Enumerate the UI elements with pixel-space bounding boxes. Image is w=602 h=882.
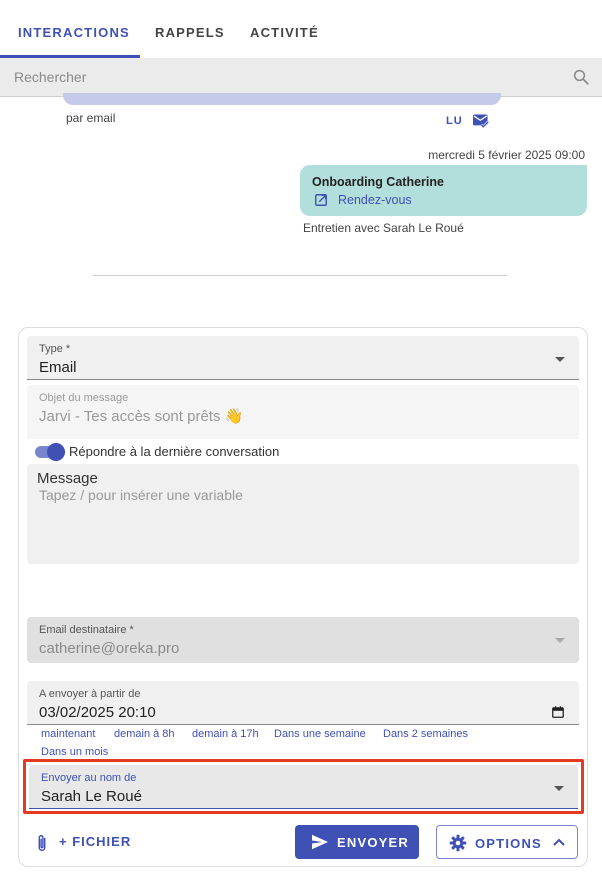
add-file-button[interactable]: + FICHIER xyxy=(59,834,131,849)
chevron-down-icon xyxy=(554,786,564,791)
event-title: Onboarding Catherine xyxy=(312,175,444,189)
event-date: mercredi 5 février 2025 09:00 xyxy=(428,148,585,162)
quick-date-tomorrow-8h[interactable]: demain à 8h xyxy=(114,728,175,740)
send-datetime-field[interactable]: A envoyer à partir de 03/02/2025 20:10 xyxy=(27,681,579,725)
timeline-divider xyxy=(93,275,507,276)
options-button[interactable]: OPTIONS xyxy=(436,825,578,859)
recipient-value: catherine@oreka.pro xyxy=(39,640,180,657)
tab-interactions[interactable]: INTERACTIONS xyxy=(18,25,130,40)
search-input[interactable] xyxy=(0,58,560,96)
paperclip-icon[interactable] xyxy=(35,833,49,853)
recipient-email-select[interactable]: Email destinataire * catherine@oreka.pro xyxy=(27,617,579,663)
mark-email-read-icon xyxy=(473,114,490,129)
send-button-label: ENVOYER xyxy=(337,835,409,850)
message-placeholder: Tapez / pour insérer une variable xyxy=(39,487,243,503)
subject-value: Jarvi - Tes accès sont prêts 👋 xyxy=(39,408,244,425)
sender-label: Envoyer au nom de xyxy=(41,772,137,784)
options-button-label: OPTIONS xyxy=(475,836,542,851)
subject-label: Objet du message xyxy=(39,392,129,404)
quick-date-one-month[interactable]: Dans un mois xyxy=(41,746,108,758)
message-label: Message xyxy=(37,470,98,487)
message-channel: par email xyxy=(66,111,116,125)
send-button[interactable]: ENVOYER xyxy=(295,825,419,859)
event-bubble[interactable]: Onboarding Catherine Rendez-vous xyxy=(300,165,587,216)
tab-bar: INTERACTIONS RAPPELS ACTIVITÉ xyxy=(0,0,602,58)
quick-date-now[interactable]: maintenant xyxy=(41,728,95,740)
quick-date-one-week[interactable]: Dans une semaine xyxy=(274,728,366,740)
subject-field[interactable]: Objet du message Jarvi - Tes accès sont … xyxy=(27,385,579,439)
message-composer: Type * Email Objet du message Jarvi - Te… xyxy=(18,327,588,867)
send-datetime-value: 03/02/2025 20:10 xyxy=(39,704,156,721)
send-datetime-label: A envoyer à partir de xyxy=(39,688,141,700)
search-icon[interactable] xyxy=(572,68,590,86)
reply-toggle-label: Répondre à la dernière conversation xyxy=(69,444,280,459)
message-textarea[interactable]: Message Tapez / pour insérer une variabl… xyxy=(27,464,579,564)
tab-activite[interactable]: ACTIVITÉ xyxy=(250,25,319,40)
chevron-down-icon xyxy=(555,638,565,643)
type-select[interactable]: Type * Email xyxy=(27,336,579,380)
calendar-icon[interactable] xyxy=(551,705,565,719)
reply-toggle-knob[interactable] xyxy=(47,443,65,461)
tab-rappels[interactable]: RAPPELS xyxy=(155,25,225,40)
gear-icon xyxy=(449,834,467,852)
quick-date-tomorrow-17h[interactable]: demain à 17h xyxy=(192,728,259,740)
previous-message-bubble[interactable] xyxy=(63,93,501,105)
recipient-label: Email destinataire * xyxy=(39,624,134,636)
event-link[interactable]: Rendez-vous xyxy=(338,193,412,207)
event-caption: Entretien avec Sarah Le Roué xyxy=(303,221,464,235)
interaction-timeline: par email LU mercredi 5 février 2025 09:… xyxy=(0,93,602,307)
send-icon xyxy=(312,834,328,850)
quick-date-two-weeks[interactable]: Dans 2 semaines xyxy=(383,728,468,740)
sender-highlight: Envoyer au nom de Sarah Le Roué xyxy=(23,759,584,814)
chevron-down-icon xyxy=(555,357,565,362)
type-label: Type * xyxy=(39,343,71,355)
search-bar xyxy=(0,58,602,97)
sender-select[interactable]: Envoyer au nom de Sarah Le Roué xyxy=(29,765,578,809)
sender-value: Sarah Le Roué xyxy=(41,788,142,805)
chevron-up-icon xyxy=(553,838,565,846)
read-status-badge: LU xyxy=(446,115,463,127)
type-value: Email xyxy=(39,359,77,376)
open-in-new-icon xyxy=(315,194,327,206)
